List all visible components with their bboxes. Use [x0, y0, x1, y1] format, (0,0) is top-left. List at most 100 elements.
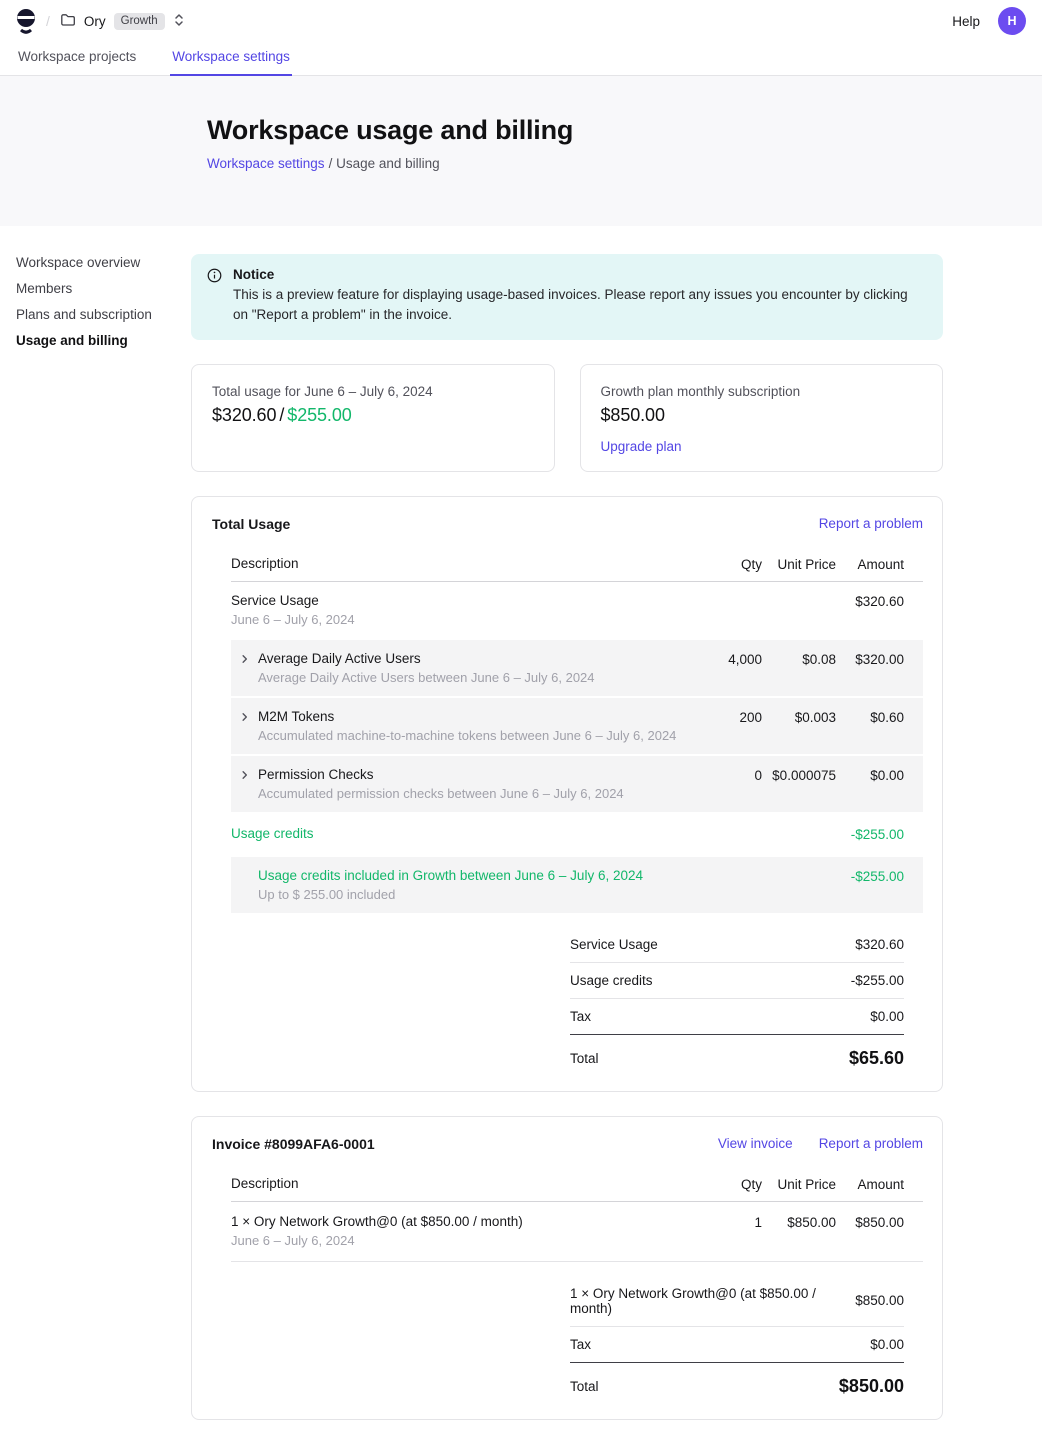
sidebar-item-plans-and-subscription[interactable]: Plans and subscription: [16, 307, 175, 323]
summary-row-usage-credits: Usage credits -$255.00: [570, 963, 904, 999]
summary-row-service-usage: Service Usage $320.60: [570, 927, 904, 963]
usage-table: Description Qty Unit Price Amount Servic…: [231, 546, 923, 913]
usage-total-row: Total $65.60: [570, 1035, 904, 1069]
total-usage-panel: Total Usage Report a problem Description…: [191, 496, 943, 1092]
breadcrumb-workspace-settings-link[interactable]: Workspace settings: [207, 156, 325, 171]
view-invoice-link[interactable]: View invoice: [718, 1136, 793, 1151]
chevron-right-icon[interactable]: [231, 709, 258, 723]
col-qty: Qty: [682, 1176, 762, 1192]
help-link[interactable]: Help: [952, 14, 980, 29]
usage-separator: /: [279, 405, 284, 425]
col-description: Description: [231, 556, 682, 571]
row-unit-price: $850.00: [762, 1214, 836, 1230]
row-title: M2M Tokens: [258, 709, 676, 724]
col-unit-price: Unit Price: [762, 556, 836, 572]
folder-icon: [60, 12, 76, 31]
summary-cards-row: Total usage for June 6 – July 6, 2024 $3…: [191, 364, 943, 472]
total-usage-value: $320.60/$255.00: [212, 405, 534, 426]
settings-sidebar: Workspace overview Members Plans and sub…: [0, 226, 191, 388]
notice-content: Notice This is a preview feature for dis…: [233, 267, 923, 326]
breadcrumb: Workspace settings/ Usage and billing: [207, 156, 962, 171]
row-title: Average Daily Active Users: [258, 651, 595, 666]
invoice-panel-title: Invoice #8099AFA6-0001: [212, 1136, 375, 1152]
table-row-usage-credits: Usage credits -$255.00: [231, 812, 923, 855]
table-row-usage-credits-detail: Usage credits included in Growth between…: [231, 857, 923, 913]
invoice-report-problem-link[interactable]: Report a problem: [819, 1136, 923, 1151]
invoice-table-header: Description Qty Unit Price Amount: [231, 1166, 923, 1202]
row-amount: -$255.00: [836, 868, 904, 884]
row-subtitle: June 6 – July 6, 2024: [231, 612, 682, 627]
sidebar-item-members[interactable]: Members: [16, 281, 175, 297]
ory-logo-icon[interactable]: [16, 8, 36, 35]
chevron-right-icon[interactable]: [231, 651, 258, 665]
table-row-average-daily-active-users: Average Daily Active Users Average Daily…: [231, 640, 923, 696]
row-title: 1 × Ory Network Growth@0 (at $850.00 / m…: [231, 1214, 682, 1229]
workspace-switcher[interactable]: Ory Growth: [60, 12, 185, 31]
table-row-m2m-tokens: M2M Tokens Accumulated machine-to-machin…: [231, 698, 923, 754]
col-description: Description: [231, 1176, 682, 1191]
row-title: Usage credits included in Growth between…: [258, 868, 682, 883]
workspace-tabbar: Workspace projects Workspace settings: [0, 42, 1042, 76]
row-subtitle: Average Daily Active Users between June …: [258, 670, 595, 685]
usage-amount: $320.60: [212, 405, 276, 425]
row-title: Permission Checks: [258, 767, 624, 782]
summary-label: 1 × Ory Network Growth@0 (at $850.00 / m…: [570, 1286, 855, 1316]
sidebar-item-usage-and-billing[interactable]: Usage and billing: [16, 333, 175, 349]
row-amount: $0.60: [836, 709, 904, 725]
row-amount: $320.60: [836, 593, 904, 609]
row-unit-price: $0.003: [762, 709, 836, 725]
row-title: Service Usage: [231, 593, 682, 608]
invoice-line-row: 1 × Ory Network Growth@0 (at $850.00 / m…: [231, 1202, 923, 1262]
row-title: Usage credits: [231, 826, 682, 841]
summary-row-line-item: 1 × Ory Network Growth@0 (at $850.00 / m…: [570, 1276, 904, 1327]
col-amount: Amount: [836, 1176, 904, 1192]
total-usage-label: Total usage for June 6 – July 6, 2024: [212, 384, 534, 399]
invoice-total-row: Total $850.00: [570, 1363, 904, 1397]
upgrade-plan-link[interactable]: Upgrade plan: [601, 439, 682, 454]
main-content: Notice This is a preview feature for dis…: [191, 226, 943, 1436]
row-subtitle: Accumulated permission checks between Ju…: [258, 786, 624, 801]
row-unit-price: $0.000075: [762, 767, 836, 783]
sidebar-item-workspace-overview[interactable]: Workspace overview: [16, 255, 175, 271]
summary-label: Usage credits: [570, 973, 653, 988]
usage-table-header: Description Qty Unit Price Amount: [231, 546, 923, 582]
tab-workspace-settings[interactable]: Workspace settings: [170, 42, 292, 76]
topbar-right: Help H: [952, 7, 1026, 35]
page-title: Workspace usage and billing: [207, 113, 962, 147]
invoice-panel: Invoice #8099AFA6-0001 View invoice Repo…: [191, 1116, 943, 1420]
summary-amount: $0.00: [870, 1009, 904, 1024]
usage-panel-header: Total Usage Report a problem: [212, 516, 923, 532]
row-amount: $320.00: [836, 651, 904, 667]
notice-body: This is a preview feature for displaying…: [233, 285, 923, 326]
top-bar: / Ory Growth Help H: [0, 0, 1042, 42]
chevron-right-icon[interactable]: [231, 767, 258, 781]
summary-amount: $850.00: [855, 1293, 904, 1308]
row-qty: 1: [682, 1214, 762, 1230]
row-subtitle: Up to $ 255.00 included: [258, 887, 682, 902]
row-qty: 4,000: [682, 651, 762, 667]
subscription-amount: $850.00: [601, 405, 923, 426]
usage-included-amount: $255.00: [287, 405, 351, 425]
col-unit-price: Unit Price: [762, 1176, 836, 1192]
tab-workspace-projects[interactable]: Workspace projects: [16, 42, 138, 76]
total-amount: $65.60: [849, 1048, 904, 1069]
chevron-updown-icon[interactable]: [173, 12, 185, 31]
usage-panel-title: Total Usage: [212, 516, 290, 532]
summary-label: Service Usage: [570, 937, 658, 952]
invoice-panel-header: Invoice #8099AFA6-0001 View invoice Repo…: [212, 1136, 923, 1152]
row-subtitle: Accumulated machine-to-machine tokens be…: [258, 728, 676, 743]
breadcrumb-separator: /: [46, 13, 50, 29]
usage-report-problem-link[interactable]: Report a problem: [819, 516, 923, 531]
row-subtitle: June 6 – July 6, 2024: [231, 1233, 682, 1248]
invoice-totals: 1 × Ory Network Growth@0 (at $850.00 / m…: [570, 1276, 904, 1397]
total-label: Total: [570, 1051, 599, 1066]
workspace-name: Ory: [84, 14, 106, 29]
notice-title: Notice: [233, 267, 923, 282]
summary-label: Tax: [570, 1337, 591, 1352]
page-header: Workspace usage and billing Workspace se…: [0, 76, 1042, 226]
row-unit-price: $0.08: [762, 651, 836, 667]
subscription-card: Growth plan monthly subscription $850.00…: [580, 364, 944, 472]
user-avatar[interactable]: H: [998, 7, 1026, 35]
summary-row-tax: Tax $0.00: [570, 999, 904, 1035]
summary-amount: -$255.00: [851, 973, 904, 988]
